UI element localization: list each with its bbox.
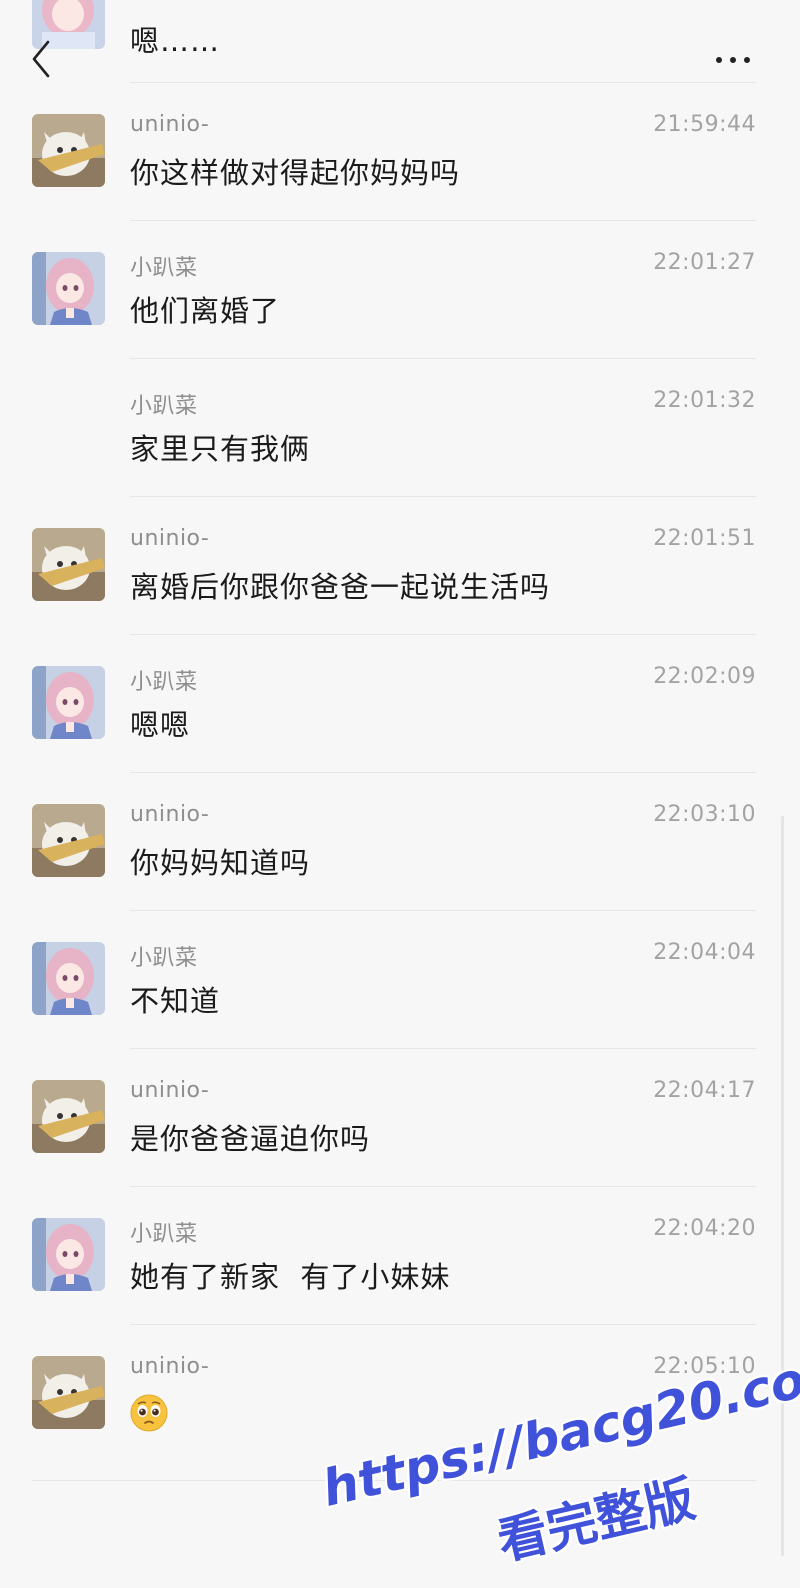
message-row: uninio- 22:05:10 — [0, 1326, 800, 1464]
message-divider — [130, 1048, 756, 1049]
message-timestamp: 22:03:10 — [653, 802, 756, 827]
sender-name[interactable]: uninio- — [130, 112, 209, 137]
message-divider — [130, 358, 756, 359]
message-divider — [130, 634, 756, 635]
message-divider — [130, 772, 756, 773]
cat-avatar[interactable] — [32, 528, 105, 601]
message-divider — [130, 1324, 756, 1325]
message-divider — [130, 910, 756, 911]
message-timestamp: 21:59:44 — [653, 112, 756, 137]
message-text: 不知道 — [130, 984, 221, 1018]
message-timestamp: 22:04:20 — [653, 1216, 756, 1241]
cat-avatar[interactable] — [32, 1356, 105, 1429]
message-text: 她有了新家 有了小妹妹 — [130, 1260, 451, 1294]
message-timestamp: 22:04:04 — [653, 940, 756, 965]
message-text: 离婚后你跟你爸爸一起说生活吗 — [130, 570, 551, 604]
chevron-left-icon — [32, 40, 50, 78]
anime-girl-avatar[interactable] — [32, 1218, 105, 1291]
sender-name[interactable]: 小趴菜 — [130, 250, 198, 282]
back-button[interactable] — [28, 38, 58, 78]
message-divider — [130, 496, 756, 497]
chat-screen: 嗯…… uninio- 21:59:44 你这样做对得起你妈妈吗 小趴菜 22:01:2… — [0, 0, 800, 1588]
sender-name[interactable]: 小趴菜 — [130, 1216, 198, 1248]
message-timestamp: 22:04:17 — [653, 1078, 756, 1103]
message-row: uninio- 22:01:51 离婚后你跟你爸爸一起说生活吗 — [0, 498, 800, 636]
sender-name[interactable]: uninio- — [130, 802, 209, 827]
message-timestamp: 22:02:09 — [653, 664, 756, 689]
sender-name[interactable]: 小趴菜 — [130, 664, 198, 696]
cat-avatar[interactable] — [32, 1080, 105, 1153]
pleading-face-emoji — [130, 1394, 168, 1432]
message-divider — [130, 1186, 756, 1187]
message-row: 小趴菜 22:02:09 嗯嗯 — [0, 636, 800, 774]
sender-name[interactable]: uninio- — [130, 526, 209, 551]
cat-avatar[interactable] — [32, 114, 105, 187]
message-row: 小趴菜 22:01:32 家里只有我俩 — [0, 360, 800, 498]
message-row: uninio- 21:59:44 你这样做对得起你妈妈吗 — [0, 84, 800, 222]
message-timestamp: 22:01:32 — [653, 388, 756, 413]
message-row: uninio- 22:03:10 你妈妈知道吗 — [0, 774, 800, 912]
message-row: 小趴菜 22:01:27 他们离婚了 — [0, 222, 800, 360]
message-timestamp: 22:01:27 — [653, 250, 756, 275]
message-divider — [130, 82, 756, 83]
watermark-caption: 看完整版 — [492, 1469, 701, 1572]
message-text: 嗯…… — [130, 24, 221, 58]
message-text: 家里只有我俩 — [130, 432, 311, 466]
message-text: 他们离婚了 — [130, 294, 281, 328]
list-end-dot — [392, 1477, 398, 1483]
anime-girl-avatar[interactable] — [32, 666, 105, 739]
message-text: 你这样做对得起你妈妈吗 — [130, 156, 461, 190]
scrollbar[interactable] — [781, 816, 784, 1556]
message-timestamp: 22:01:51 — [653, 526, 756, 551]
sender-name[interactable]: uninio- — [130, 1354, 209, 1379]
partial-top-message: 嗯…… — [0, 0, 800, 84]
more-options-button[interactable] — [706, 44, 760, 74]
cat-avatar[interactable] — [32, 804, 105, 877]
message-divider — [130, 220, 756, 221]
sender-name[interactable]: uninio- — [130, 1078, 209, 1103]
message-row: 小趴菜 22:04:20 她有了新家 有了小妹妹 — [0, 1188, 800, 1326]
sender-name[interactable]: 小趴菜 — [130, 388, 198, 420]
message-timestamp: 22:05:10 — [653, 1354, 756, 1379]
anime-girl-avatar[interactable] — [32, 252, 105, 325]
message-row: uninio- 22:04:17 是你爸爸逼迫你吗 — [0, 1050, 800, 1188]
sender-name[interactable]: 小趴菜 — [130, 940, 198, 972]
message-text: 是你爸爸逼迫你吗 — [130, 1122, 371, 1156]
message-text: 嗯嗯 — [130, 708, 191, 742]
anime-girl-avatar[interactable] — [32, 942, 105, 1015]
message-text: 你妈妈知道吗 — [130, 846, 311, 880]
message-row: 小趴菜 22:04:04 不知道 — [0, 912, 800, 1050]
more-dots-icon — [716, 57, 722, 63]
